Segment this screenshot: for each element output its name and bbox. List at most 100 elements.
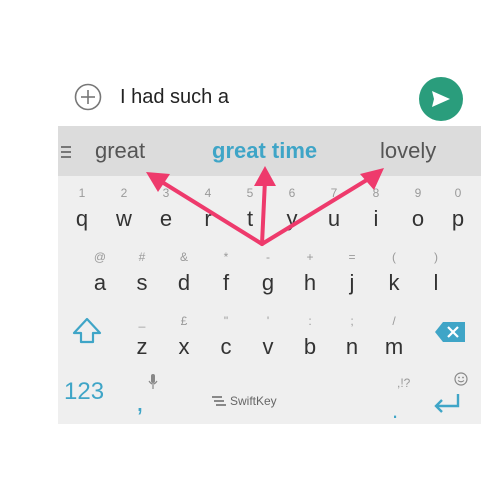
key-t[interactable]: 5t — [230, 180, 270, 242]
key-hint: 2 — [120, 186, 128, 200]
key-label: g — [261, 270, 275, 295]
key-a[interactable]: @ a — [80, 244, 120, 306]
key-label: f — [222, 270, 230, 295]
key-label: r — [204, 206, 212, 231]
key-g[interactable]: -g — [248, 244, 288, 306]
key-u[interactable]: 7u — [314, 180, 354, 242]
send-icon — [432, 91, 450, 107]
key-label: t — [246, 206, 254, 231]
numbers-key[interactable]: 123 — [64, 378, 104, 406]
key-label: , — [136, 386, 144, 417]
key-label: n — [345, 334, 359, 359]
backspace-key[interactable] — [433, 320, 467, 344]
key-label: l — [433, 270, 439, 295]
menu-icon[interactable] — [61, 146, 71, 158]
keyboard: great great time lovely 1q 2w 3e 4r 5t 6… — [58, 126, 481, 424]
key-hint: 0 — [454, 186, 462, 200]
key-v[interactable]: ' v — [248, 308, 288, 370]
key-label: x — [178, 334, 190, 359]
key-label: z — [136, 334, 148, 359]
key-label: h — [303, 270, 317, 295]
mic-icon — [148, 374, 158, 390]
key-label: a — [93, 270, 107, 295]
key-hint: 3 — [162, 186, 170, 200]
key-f[interactable]: * f — [206, 244, 246, 306]
key-hint: # — [138, 250, 146, 264]
suggestion-left[interactable]: great — [95, 138, 145, 164]
key-hint: ; — [350, 314, 354, 328]
key-p[interactable]: 0p — [438, 180, 478, 242]
shift-key[interactable] — [70, 314, 104, 348]
key-hint: " — [223, 314, 229, 328]
key-hint: 4 — [204, 186, 212, 200]
message-input[interactable]: I had such a — [120, 86, 229, 109]
key-hint: ( — [392, 250, 396, 264]
key-hint: 9 — [414, 186, 422, 200]
key-hint: 6 — [288, 186, 296, 200]
key-label: y — [286, 206, 298, 231]
key-label: j — [349, 270, 355, 295]
key-label: d — [177, 270, 191, 295]
key-hint: * — [223, 250, 229, 264]
key-c[interactable]: " c — [206, 308, 246, 370]
key-q[interactable]: 1q — [62, 180, 102, 242]
smiley-icon[interactable] — [454, 372, 468, 386]
key-hint: 8 — [372, 186, 380, 200]
key-o[interactable]: 9o — [398, 180, 438, 242]
key-j[interactable]: = j — [332, 244, 372, 306]
key-hint: : — [308, 314, 312, 328]
key-label: w — [116, 206, 132, 231]
key-l[interactable]: ) l — [416, 244, 456, 306]
key-h[interactable]: + h — [290, 244, 330, 306]
key-r[interactable]: 4r — [188, 180, 228, 242]
key-hint: 5 — [246, 186, 254, 200]
key-n[interactable]: ; n — [332, 308, 372, 370]
key-label: s — [136, 270, 148, 295]
key-label: p — [451, 206, 465, 231]
space-key[interactable] — [178, 384, 388, 424]
backspace-icon — [435, 322, 465, 342]
key-s[interactable]: # s — [122, 244, 162, 306]
plus-circle-icon[interactable] — [74, 83, 102, 111]
key-hint: + — [306, 250, 314, 264]
key-b[interactable]: :b — [290, 308, 330, 370]
key-hint: ' — [266, 314, 270, 328]
key-hint: & — [179, 250, 188, 264]
key-e[interactable]: 3e — [146, 180, 186, 242]
swiftkey-logo-icon — [212, 394, 226, 406]
enter-icon — [434, 394, 460, 413]
suggestion-middle[interactable]: great time — [212, 138, 317, 164]
key-hint: / — [392, 314, 396, 328]
period-key[interactable] — [384, 374, 414, 420]
key-hint: ) — [434, 250, 438, 264]
key-label: k — [388, 270, 400, 295]
key-hint: 7 — [330, 186, 338, 200]
key-z[interactable]: _ z — [122, 308, 162, 370]
key-w[interactable]: 2w — [104, 180, 144, 242]
key-d[interactable]: & d — [164, 244, 204, 306]
brand-label: SwiftKey — [230, 394, 277, 408]
key-hint: _ — [138, 314, 146, 328]
key-label: o — [411, 206, 425, 231]
key-k[interactable]: (k — [374, 244, 414, 306]
key-y[interactable]: 6y — [272, 180, 312, 242]
key-label: m — [384, 334, 404, 359]
key-hint: - — [266, 250, 270, 264]
key-label: v — [262, 334, 274, 359]
key-hint: @ — [93, 250, 107, 264]
compose-bar: I had such a — [0, 70, 504, 126]
key-x[interactable]: £ x — [164, 308, 204, 370]
period-label: . — [392, 398, 399, 423]
key-m[interactable]: / m — [374, 308, 414, 370]
key-label: e — [159, 206, 173, 231]
shift-icon — [72, 317, 102, 344]
key-label: q — [75, 206, 89, 231]
send-button[interactable] — [419, 77, 463, 121]
key-label: i — [373, 206, 379, 231]
key-i[interactable]: 8i — [356, 180, 396, 242]
enter-key[interactable] — [430, 388, 464, 418]
suggestion-right[interactable]: lovely — [380, 138, 436, 164]
key-label: b — [303, 334, 317, 359]
key-hint: = — [348, 250, 356, 264]
key-label: c — [220, 334, 232, 359]
